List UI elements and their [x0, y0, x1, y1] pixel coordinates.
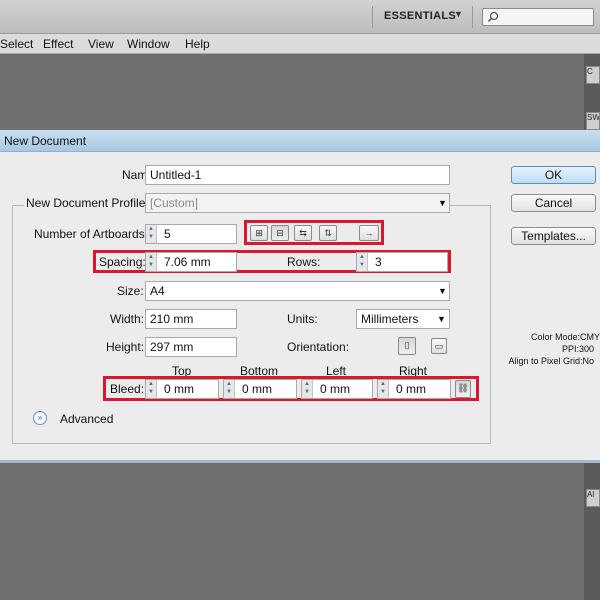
- height-field[interactable]: 297 mm: [145, 337, 237, 357]
- profile-select[interactable]: [Custom]: [145, 193, 450, 213]
- artboards-field[interactable]: 5: [145, 224, 237, 244]
- menu-effect[interactable]: Effect: [43, 37, 73, 51]
- spacing-field[interactable]: 7.06 mm: [145, 252, 237, 272]
- spacing-label: Spacing:: [99, 255, 146, 269]
- stepper-icon[interactable]: ▲ ▼: [146, 380, 157, 398]
- width-field[interactable]: 210 mm: [145, 309, 237, 329]
- size-select[interactable]: A4: [145, 281, 450, 301]
- profile-label: New Document Profile:: [24, 196, 151, 210]
- align-grid-info: Align to Pixel Grid:No: [508, 356, 594, 366]
- size-label: Size:: [117, 284, 144, 298]
- units-label: Units:: [287, 312, 318, 326]
- orientation-label: Orientation:: [287, 340, 350, 354]
- templates-button[interactable]: Templates...: [511, 227, 596, 245]
- dialog-title: New Document: [4, 134, 87, 148]
- dialog-border: [0, 460, 600, 463]
- chevron-down-icon[interactable]: ▼: [437, 314, 446, 324]
- stepper-icon[interactable]: ▲ ▼: [357, 253, 368, 271]
- stepper-icon[interactable]: ▲ ▼: [146, 253, 157, 271]
- dialog-title-bar: [0, 130, 600, 152]
- color-mode-info: Color Mode:CMY: [530, 332, 600, 342]
- height-label: Height:: [106, 340, 145, 354]
- ok-button[interactable]: OK: [511, 166, 596, 184]
- divider: [472, 6, 473, 28]
- panel-tab-swatches[interactable]: SW: [586, 112, 600, 130]
- menu-help[interactable]: Help: [185, 37, 210, 51]
- search-input[interactable]: [482, 8, 594, 26]
- menu-view[interactable]: View: [88, 37, 114, 51]
- stepper-icon[interactable]: ▲ ▼: [378, 380, 389, 398]
- workspace-switcher[interactable]: ESSENTIALS: [384, 10, 456, 22]
- ppi-info: PPI:300: [561, 344, 594, 354]
- units-select[interactable]: Millimeters: [356, 309, 450, 329]
- chevron-down-icon[interactable]: ▼: [454, 9, 463, 19]
- link-icon[interactable]: ⛓: [455, 380, 471, 398]
- arrange-by-column-icon[interactable]: ⇅: [319, 225, 337, 241]
- arrange-by-row-icon[interactable]: ⇆: [294, 225, 312, 241]
- landscape-icon[interactable]: ▭: [431, 338, 447, 354]
- width-label: Width:: [110, 312, 145, 326]
- grid-by-column-icon[interactable]: ⊟: [271, 225, 289, 241]
- rows-field[interactable]: 3: [356, 252, 448, 272]
- chevron-down-icon[interactable]: ▼: [438, 198, 447, 208]
- grid-by-row-icon[interactable]: ⊞: [250, 225, 268, 241]
- cancel-button[interactable]: Cancel: [511, 194, 596, 212]
- bleed-label: Bleed:: [110, 382, 145, 396]
- name-field[interactable]: Untitled-1: [145, 165, 450, 185]
- rows-label: Rows:: [287, 255, 321, 269]
- right-to-left-icon[interactable]: →: [359, 225, 379, 241]
- expand-icon[interactable]: »: [33, 411, 47, 425]
- divider: [372, 6, 373, 28]
- stepper-icon[interactable]: ▲ ▼: [302, 380, 313, 398]
- menu-window[interactable]: Window: [127, 37, 170, 51]
- stepper-icon[interactable]: ▲ ▼: [146, 225, 157, 243]
- advanced-label[interactable]: Advanced: [60, 412, 113, 426]
- panel-tab-color[interactable]: C: [586, 66, 600, 84]
- panel-tab-align[interactable]: Al: [586, 489, 600, 507]
- chevron-down-icon[interactable]: ▼: [438, 286, 447, 296]
- search-icon: [487, 11, 499, 23]
- artboards-label: Number of Artboards:: [34, 227, 149, 241]
- menu-select[interactable]: Select: [0, 37, 33, 51]
- stepper-icon[interactable]: ▲ ▼: [224, 380, 235, 398]
- portrait-icon[interactable]: ▯: [398, 337, 416, 355]
